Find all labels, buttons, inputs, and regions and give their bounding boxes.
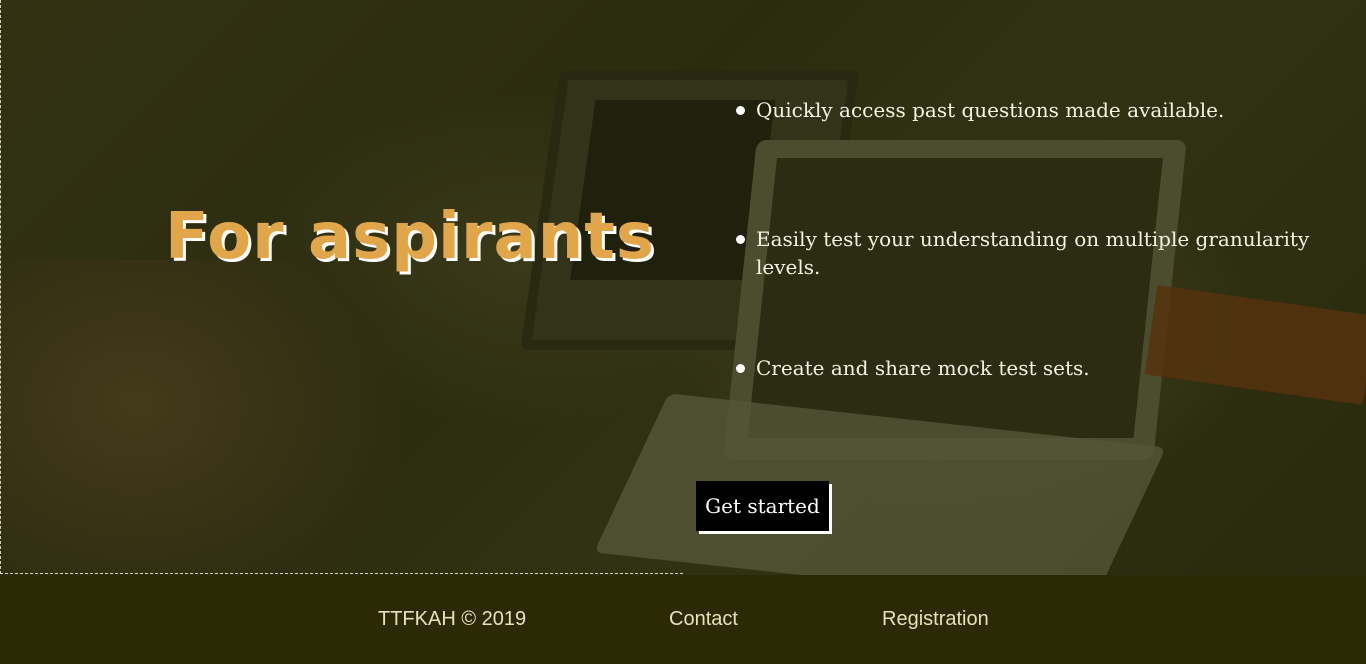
- feature-text: Create and share mock test sets.: [756, 356, 1090, 380]
- footer: TTFKAH © 2019 Contact Registration: [0, 575, 1366, 664]
- copyright-text: TTFKAH © 2019: [378, 608, 527, 630]
- bullet-icon: [736, 364, 745, 373]
- feature-text: Quickly access past questions made avail…: [756, 98, 1225, 122]
- feature-item: Quickly access past questions made avail…: [736, 96, 1366, 225]
- registration-link[interactable]: Registration: [882, 608, 989, 631]
- feature-item: Create and share mock test sets.: [736, 354, 1366, 483]
- bullet-icon: [736, 106, 745, 115]
- feature-list: Quickly access past questions made avail…: [736, 96, 1366, 483]
- contact-link[interactable]: Contact: [669, 608, 738, 631]
- feature-text: Easily test your understanding on multip…: [756, 227, 1310, 279]
- bullet-icon: [736, 235, 745, 244]
- feature-item: Easily test your understanding on multip…: [736, 225, 1366, 354]
- hero-title: For aspirants: [165, 200, 655, 274]
- get-started-button[interactable]: Get started: [696, 481, 829, 531]
